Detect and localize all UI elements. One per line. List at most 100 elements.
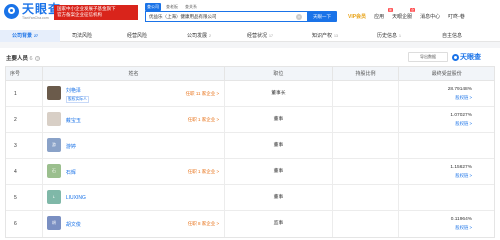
table-row: 3 游游婷 董事	[6, 133, 494, 159]
search-type-tabs: 查公司 查老板 查关系	[145, 3, 199, 11]
tab-count: 1	[399, 34, 401, 38]
tab-label: 历史信息	[377, 33, 398, 39]
avatar[interactable]	[46, 86, 61, 100]
tab-judicial-risk[interactable]: 司法风险	[60, 30, 115, 42]
final-benefit-cell: 1.15627% 股权链 >	[399, 159, 494, 184]
person-name-link[interactable]: 戴宝玉	[66, 117, 81, 124]
promo-banner[interactable]: 国家中小企业发展子基金旗下 官方备案企业征信机构	[54, 5, 138, 20]
person-cell: 刘艳泽 股权实际人 任职 11 家企业 >	[43, 81, 226, 106]
position-value: 董事	[225, 185, 333, 210]
related-companies-link[interactable]: 任职 1 家企业 >	[188, 169, 219, 175]
person-cell: 游游婷	[43, 133, 226, 158]
tab-count: 2	[209, 34, 211, 38]
eye-logo-icon	[452, 53, 459, 61]
person-name-link[interactable]: 胡文俊	[66, 221, 81, 228]
tab-label: 经营风险	[127, 33, 148, 39]
tab-company-development[interactable]: 公司发展 2	[175, 30, 235, 42]
tab-intellectual-property[interactable]: 知识产权 13	[300, 30, 365, 42]
top-nav: VIP会员 应用 新 天眼企服 企 消息中心 叮咚-巷	[348, 8, 465, 20]
clear-search-icon[interactable]: ×	[296, 14, 302, 20]
person-name-link[interactable]: 游婷	[66, 143, 76, 150]
final-benefit-cell: 0.11964% 股权链 >	[399, 211, 494, 237]
benefit-ratio: 28.79148%	[447, 87, 472, 92]
row-index: 5	[6, 185, 43, 210]
final-benefit-cell	[399, 185, 494, 210]
person-cell: 胡胡文俊 任职 8 家企业 >	[43, 211, 226, 237]
holding-ratio-cell	[333, 107, 400, 132]
equity-chain-link[interactable]: 股权链 >	[455, 173, 472, 179]
holding-ratio-cell	[333, 159, 400, 184]
person-cell: L LIUXING	[43, 185, 226, 210]
col-name: 姓名	[43, 67, 226, 80]
nav-vip[interactable]: VIP会员	[348, 13, 366, 20]
table-row: 5 L LIUXING 董事	[6, 185, 494, 211]
table-row: 1 刘艳泽 股权实际人 任职 11 家企业 > 董事长 28.79148% 股权链 >	[6, 81, 494, 107]
table-header: 序号 姓名 职位 持股比例 最终受益股份	[6, 67, 494, 81]
equity-chain-link[interactable]: 股权链 >	[455, 121, 472, 127]
search-button[interactable]: 天眼一下	[307, 11, 337, 22]
nav-enterprise[interactable]: 天眼企服 企	[392, 8, 416, 20]
person-name-link[interactable]: LIUXING	[66, 195, 86, 201]
final-benefit-cell	[399, 133, 494, 158]
search-tab-company[interactable]: 查公司	[145, 3, 161, 11]
tab-label: 公司背景	[12, 33, 33, 39]
col-holding-ratio: 持股比例	[333, 67, 400, 80]
avatar[interactable]	[46, 112, 61, 126]
row-index: 4	[6, 159, 43, 184]
tab-self-info[interactable]: 自主信息	[430, 30, 500, 42]
avatar[interactable]: 游	[46, 138, 61, 152]
person-name-link[interactable]: 石辉	[66, 169, 76, 176]
enterprise-badge: 企	[410, 8, 416, 12]
final-benefit-cell: 1.07027% 股权链 >	[399, 107, 494, 132]
person-cell: 戴宝玉 任职 1 家企业 >	[43, 107, 226, 132]
related-companies-link[interactable]: 任职 8 家企业 >	[188, 221, 219, 227]
tab-operating-status[interactable]: 经营状况 17	[235, 30, 300, 42]
tab-label: 知识产权	[312, 33, 333, 39]
related-companies-link[interactable]: 任职 11 家企业 >	[186, 91, 220, 97]
row-index: 2	[6, 107, 43, 132]
tab-label: 自主信息	[442, 33, 463, 39]
tab-history[interactable]: 历史信息 1	[365, 30, 430, 42]
tab-company-background[interactable]: 公司背景 27	[0, 30, 60, 42]
tab-business-risk[interactable]: 经营风险	[115, 30, 175, 42]
top-header: 天眼查 TianYanCha.com 国家中小企业发展子基金旗下 官方备案企业征…	[0, 0, 500, 30]
promo-line-2: 官方备案企业征信机构	[57, 12, 102, 17]
person-name-link[interactable]: 刘艳泽	[66, 87, 81, 94]
company-tabs: 公司背景 27 司法风险 经营风险 公司发展 2 经营状况 17 知识产权 13…	[0, 30, 500, 42]
table-row: 2 戴宝玉 任职 1 家企业 > 董事 1.07027% 股权链 >	[6, 107, 494, 133]
col-position: 职位	[225, 67, 333, 80]
tab-label: 公司发展	[187, 33, 208, 39]
nav-app-label: 应用	[374, 14, 385, 20]
info-icon[interactable]: ?	[35, 56, 41, 62]
nav-messages[interactable]: 消息中心	[420, 13, 440, 20]
related-companies-link[interactable]: 任职 1 家企业 >	[188, 117, 219, 123]
nav-user[interactable]: 叮咚-巷	[448, 13, 465, 20]
tianyancha-logo[interactable]: 天眼查 TianYanCha.com	[4, 3, 61, 20]
benefit-ratio: 1.15627%	[450, 165, 472, 170]
tab-label: 司法风险	[72, 33, 93, 39]
position-value: 监事	[225, 211, 333, 237]
export-data-button[interactable]: 导出数据	[408, 52, 448, 62]
holding-ratio-cell	[333, 185, 400, 210]
holding-ratio-cell	[333, 133, 400, 158]
equity-chain-link[interactable]: 股权链 >	[455, 225, 472, 231]
search-input[interactable]: 优益乐（上海）健康用品有限公司	[145, 11, 307, 22]
equity-chain-link[interactable]: 股权链 >	[455, 95, 472, 101]
search-tab-relation[interactable]: 查关系	[183, 3, 199, 11]
avatar[interactable]: 胡	[46, 216, 61, 230]
position-value: 董事	[225, 159, 333, 184]
tianyancha-watermark: 天眼查	[452, 52, 481, 62]
avatar[interactable]: L	[46, 190, 61, 204]
search-tab-boss[interactable]: 查老板	[164, 3, 180, 11]
avatar[interactable]: 石	[46, 164, 61, 178]
nav-app[interactable]: 应用 新	[374, 8, 394, 20]
person-cell: 石石辉 任职 1 家企业 >	[43, 159, 226, 184]
col-index: 序号	[6, 67, 43, 80]
holding-ratio-cell	[333, 211, 400, 237]
table-body: 1 刘艳泽 股权实际人 任职 11 家企业 > 董事长 28.79148% 股权链 >2 戴宝…	[6, 81, 494, 237]
position-value: 董事长	[225, 81, 333, 106]
section-title-text: 主要人员	[6, 56, 29, 62]
section-title: 主要人员 6 ?	[6, 54, 41, 62]
section-count: 6	[29, 56, 33, 62]
tab-label: 经营状况	[247, 33, 268, 39]
